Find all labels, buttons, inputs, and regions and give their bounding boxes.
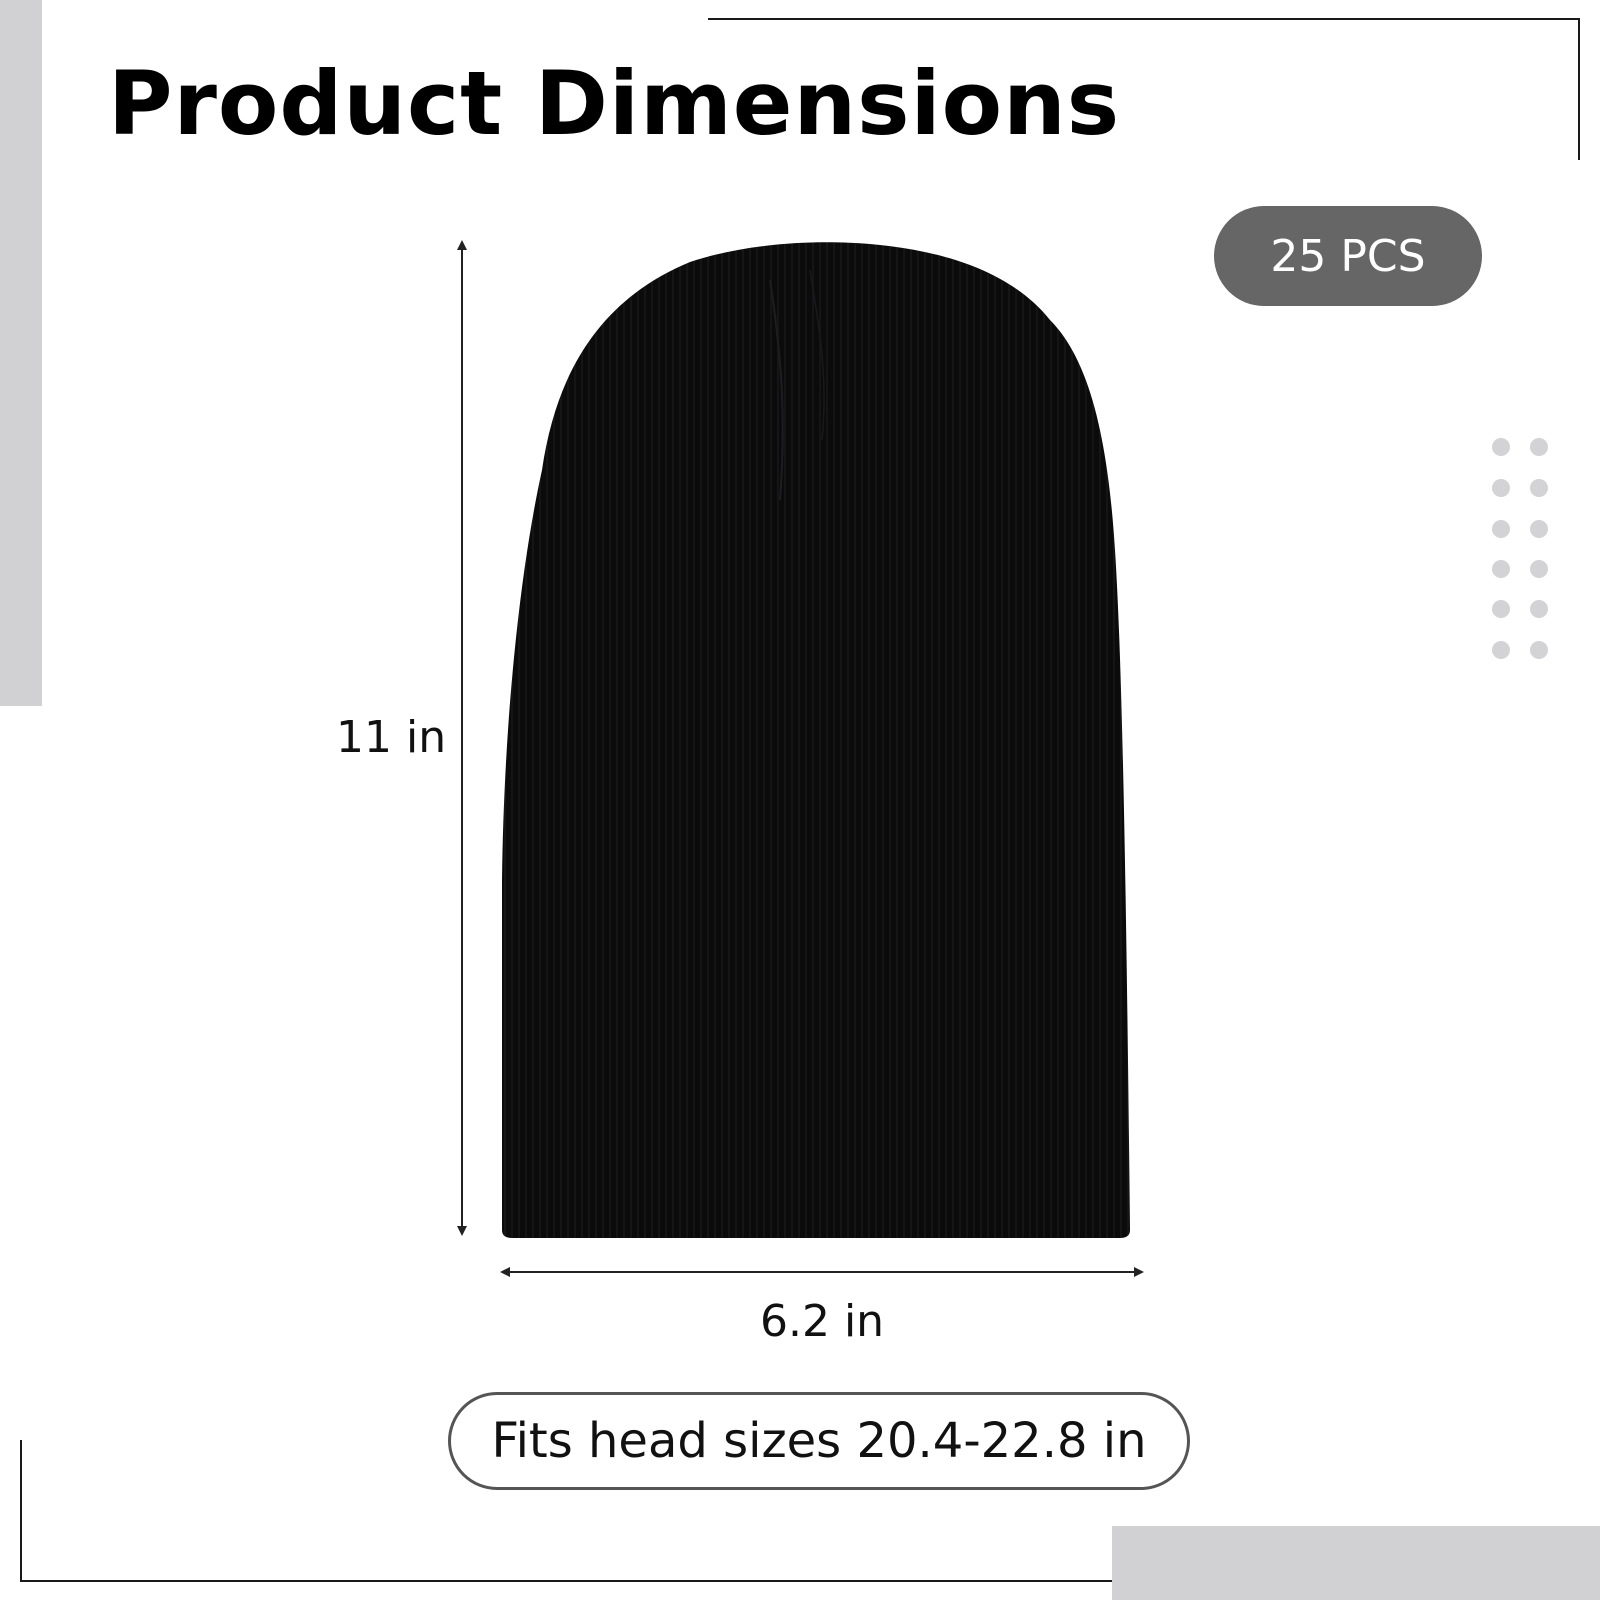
decor-dot: [1492, 520, 1510, 538]
left-decor-bar: [0, 0, 42, 706]
width-dimension-arrow: [500, 1267, 1144, 1277]
width-label: 6.2 in: [760, 1296, 885, 1347]
decor-dot: [1530, 479, 1548, 497]
decor-dot: [1492, 560, 1510, 578]
decor-dots-grid: [1488, 434, 1560, 670]
decor-dot: [1492, 641, 1510, 659]
head-size-text: Fits head sizes 20.4-22.8 in: [491, 1413, 1147, 1469]
beanie-image: [502, 242, 1130, 1239]
head-size-note: Fits head sizes 20.4-22.8 in: [448, 1392, 1190, 1490]
bottom-right-decor-block: [1112, 1526, 1600, 1600]
right-frame-line: [1578, 18, 1580, 160]
height-dimension-arrow: [457, 240, 467, 1236]
decor-dot: [1492, 479, 1510, 497]
decor-dot: [1530, 560, 1548, 578]
top-frame-line: [708, 18, 1580, 20]
decor-dot: [1492, 438, 1510, 456]
decor-dot: [1530, 438, 1548, 456]
page-title: Product Dimensions: [108, 52, 1121, 155]
decor-dot: [1530, 641, 1548, 659]
decor-dot: [1530, 520, 1548, 538]
decor-dot: [1530, 600, 1548, 618]
height-label: 11 in: [336, 712, 447, 763]
bottom-frame-line: [20, 1580, 1112, 1582]
decor-dot: [1492, 600, 1510, 618]
left-frame-line: [20, 1440, 22, 1582]
quantity-badge: 25 PCS: [1214, 206, 1482, 306]
